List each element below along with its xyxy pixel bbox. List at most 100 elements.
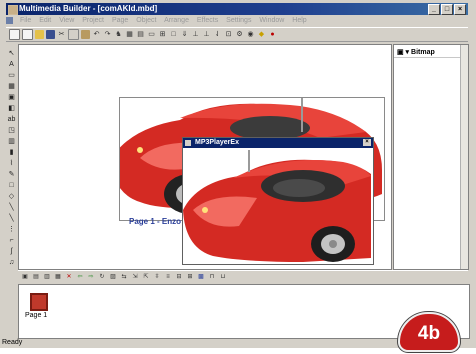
redo-icon[interactable]: ↷ [103,30,112,39]
page-caption: Page 1 - Enzo [129,217,182,226]
mp3-player-window[interactable]: MP3PlayerEx × [182,137,374,265]
ungroup-icon[interactable]: □ [169,30,178,39]
size-icon[interactable]: ⊟ [175,273,183,281]
close-button[interactable]: × [454,4,466,15]
backward-icon[interactable]: ⊡ [224,30,233,39]
settings-icon[interactable]: ◉ [246,30,255,39]
paste-icon[interactable] [81,30,90,39]
run-icon[interactable]: ♞ [114,30,123,39]
forward-icon[interactable]: ⇃ [213,30,222,39]
menu-help[interactable]: Help [292,17,306,24]
pencil-icon[interactable]: ✎ [8,171,16,179]
import-icon[interactable]: ↻ [98,273,106,281]
polygon-icon[interactable]: ▮ [8,149,16,157]
panel-scrollbar[interactable] [460,45,468,269]
page-copy-icon[interactable]: ▥ [43,273,51,281]
export-icon[interactable]: ▨ [109,273,117,281]
grid-icon[interactable]: ▦ [125,30,134,39]
dots-icon[interactable]: ʃ [8,248,16,256]
player-title: MP3PlayerEx [195,139,239,146]
window-title: Multimedia Builder - [comAKld.mbd] [19,4,158,13]
maximize-button[interactable]: □ [441,4,453,15]
layer-icon[interactable]: ▣ [21,273,29,281]
align-right-icon[interactable]: ⇳ [153,273,161,281]
line-icon[interactable]: ab [8,116,16,124]
player-icon [185,140,191,146]
hand-icon[interactable]: ╲ [8,204,16,212]
app-icon [8,5,18,15]
main-toolbar: ✂ ↶ ↷ ♞ ▦ ▤ ▭ ⊞ □ ⇓ ⊥ ⊥ ⇃ ⊡ ⚙ ◉ ◆ ● [6,27,468,42]
menu-edit[interactable]: Edit [39,17,51,24]
copy-icon[interactable] [68,29,79,40]
menu-object[interactable]: Object [136,17,156,24]
star-icon[interactable]: ⌇ [8,160,16,168]
align-left-icon[interactable]: ⇲ [131,273,139,281]
select-icon[interactable]: ⋮ [8,226,16,234]
rect-icon[interactable]: ◳ [8,127,16,135]
shape-icon[interactable]: ◧ [8,105,16,113]
order-icon[interactable]: ⊞ [186,273,194,281]
grid2-icon[interactable]: ▩ [197,273,205,281]
page-delete-icon[interactable]: ▦ [54,273,62,281]
menu-settings[interactable]: Settings [226,17,251,24]
arrow-icon[interactable]: ⌐ [8,237,16,245]
object-list-item-bitmap[interactable]: ▣ ▾ Bitmap [397,48,435,56]
menu-effects[interactable]: Effects [197,17,218,24]
audio-tool-icon[interactable]: ♫ [8,259,16,267]
minimize-button[interactable]: _ [428,4,440,15]
flip-icon[interactable]: ⇆ [120,273,128,281]
menu-project[interactable]: Project [82,17,104,24]
audio-icon[interactable]: ◆ [257,30,266,39]
player-close-button[interactable]: × [363,139,371,146]
menu-bar: File Edit View Project Page Object Arran… [6,15,468,26]
close-icon[interactable]: ✕ [65,273,73,281]
ellipse-icon[interactable]: ▥ [8,138,16,146]
bitmap-object-icon: ▣ ▾ [397,49,412,56]
application-window: Multimedia Builder - [comAKld.mbd] _ □ ×… [0,0,476,352]
text-icon[interactable]: A [8,61,16,69]
undo-icon[interactable]: ↶ [92,30,101,39]
page-thumbnail[interactable] [30,293,48,311]
pointer-icon[interactable]: ↖ [8,50,16,58]
save-icon[interactable] [46,30,55,39]
open-icon[interactable] [35,30,44,39]
snap-icon[interactable]: ⊓ [208,273,216,281]
next-icon[interactable]: ⇨ [87,273,95,281]
align-center-icon[interactable]: ⇱ [142,273,150,281]
align-icon[interactable]: ▤ [136,30,145,39]
page-add-icon[interactable]: ▤ [32,273,40,281]
fill-icon[interactable]: □ [8,182,16,190]
menu-window[interactable]: Window [259,17,284,24]
distribute-icon[interactable]: ▭ [147,30,156,39]
eraser-icon[interactable]: ◇ [8,193,16,201]
page-canvas[interactable]: Page 1 - Enzo MP3PlayerEx × [18,44,392,270]
player-car-picture [183,148,371,262]
zoom-tool-icon[interactable]: ╲ [8,215,16,223]
menu-arrange[interactable]: Arrange [164,17,189,24]
group-icon[interactable]: ⊞ [158,30,167,39]
tool-palette: ↖ A ▭ ▦ ▣ ◧ ab ◳ ▥ ▮ ⌇ ✎ □ ◇ ╲ ╲ ⋮ ⌐ ʃ ♫ [6,46,17,267]
object-list-item-label: Bitmap [411,49,435,56]
front-icon[interactable]: ⊥ [191,30,200,39]
zoom-icon[interactable]: ⚙ [235,30,244,39]
bitmap-icon[interactable]: ▦ [8,83,16,91]
window-controls: _ □ × [428,4,466,15]
menu-view[interactable]: View [59,17,74,24]
player-title-bar[interactable]: MP3PlayerEx × [183,138,373,148]
menu-page[interactable]: Page [112,17,128,24]
button-icon[interactable]: ▭ [8,72,16,80]
lock-icon[interactable]: ⇓ [180,30,189,39]
space-icon[interactable]: ≡ [164,273,172,281]
new2-icon[interactable] [22,29,33,40]
cut-icon[interactable]: ✂ [57,30,66,39]
title-bar: Multimedia Builder - [comAKld.mbd] _ □ × [6,3,468,15]
ruler-icon[interactable]: ⊔ [219,273,227,281]
image-icon[interactable]: ▣ [8,94,16,102]
document-icon [6,16,13,24]
back-icon[interactable]: ⊥ [202,30,211,39]
new-icon[interactable] [9,29,20,40]
menu-file[interactable]: File [20,17,31,24]
object-list-panel: ▣ ▾ Bitmap [393,44,469,270]
help-icon[interactable]: ● [268,30,277,39]
prev-icon[interactable]: ⇦ [76,273,84,281]
